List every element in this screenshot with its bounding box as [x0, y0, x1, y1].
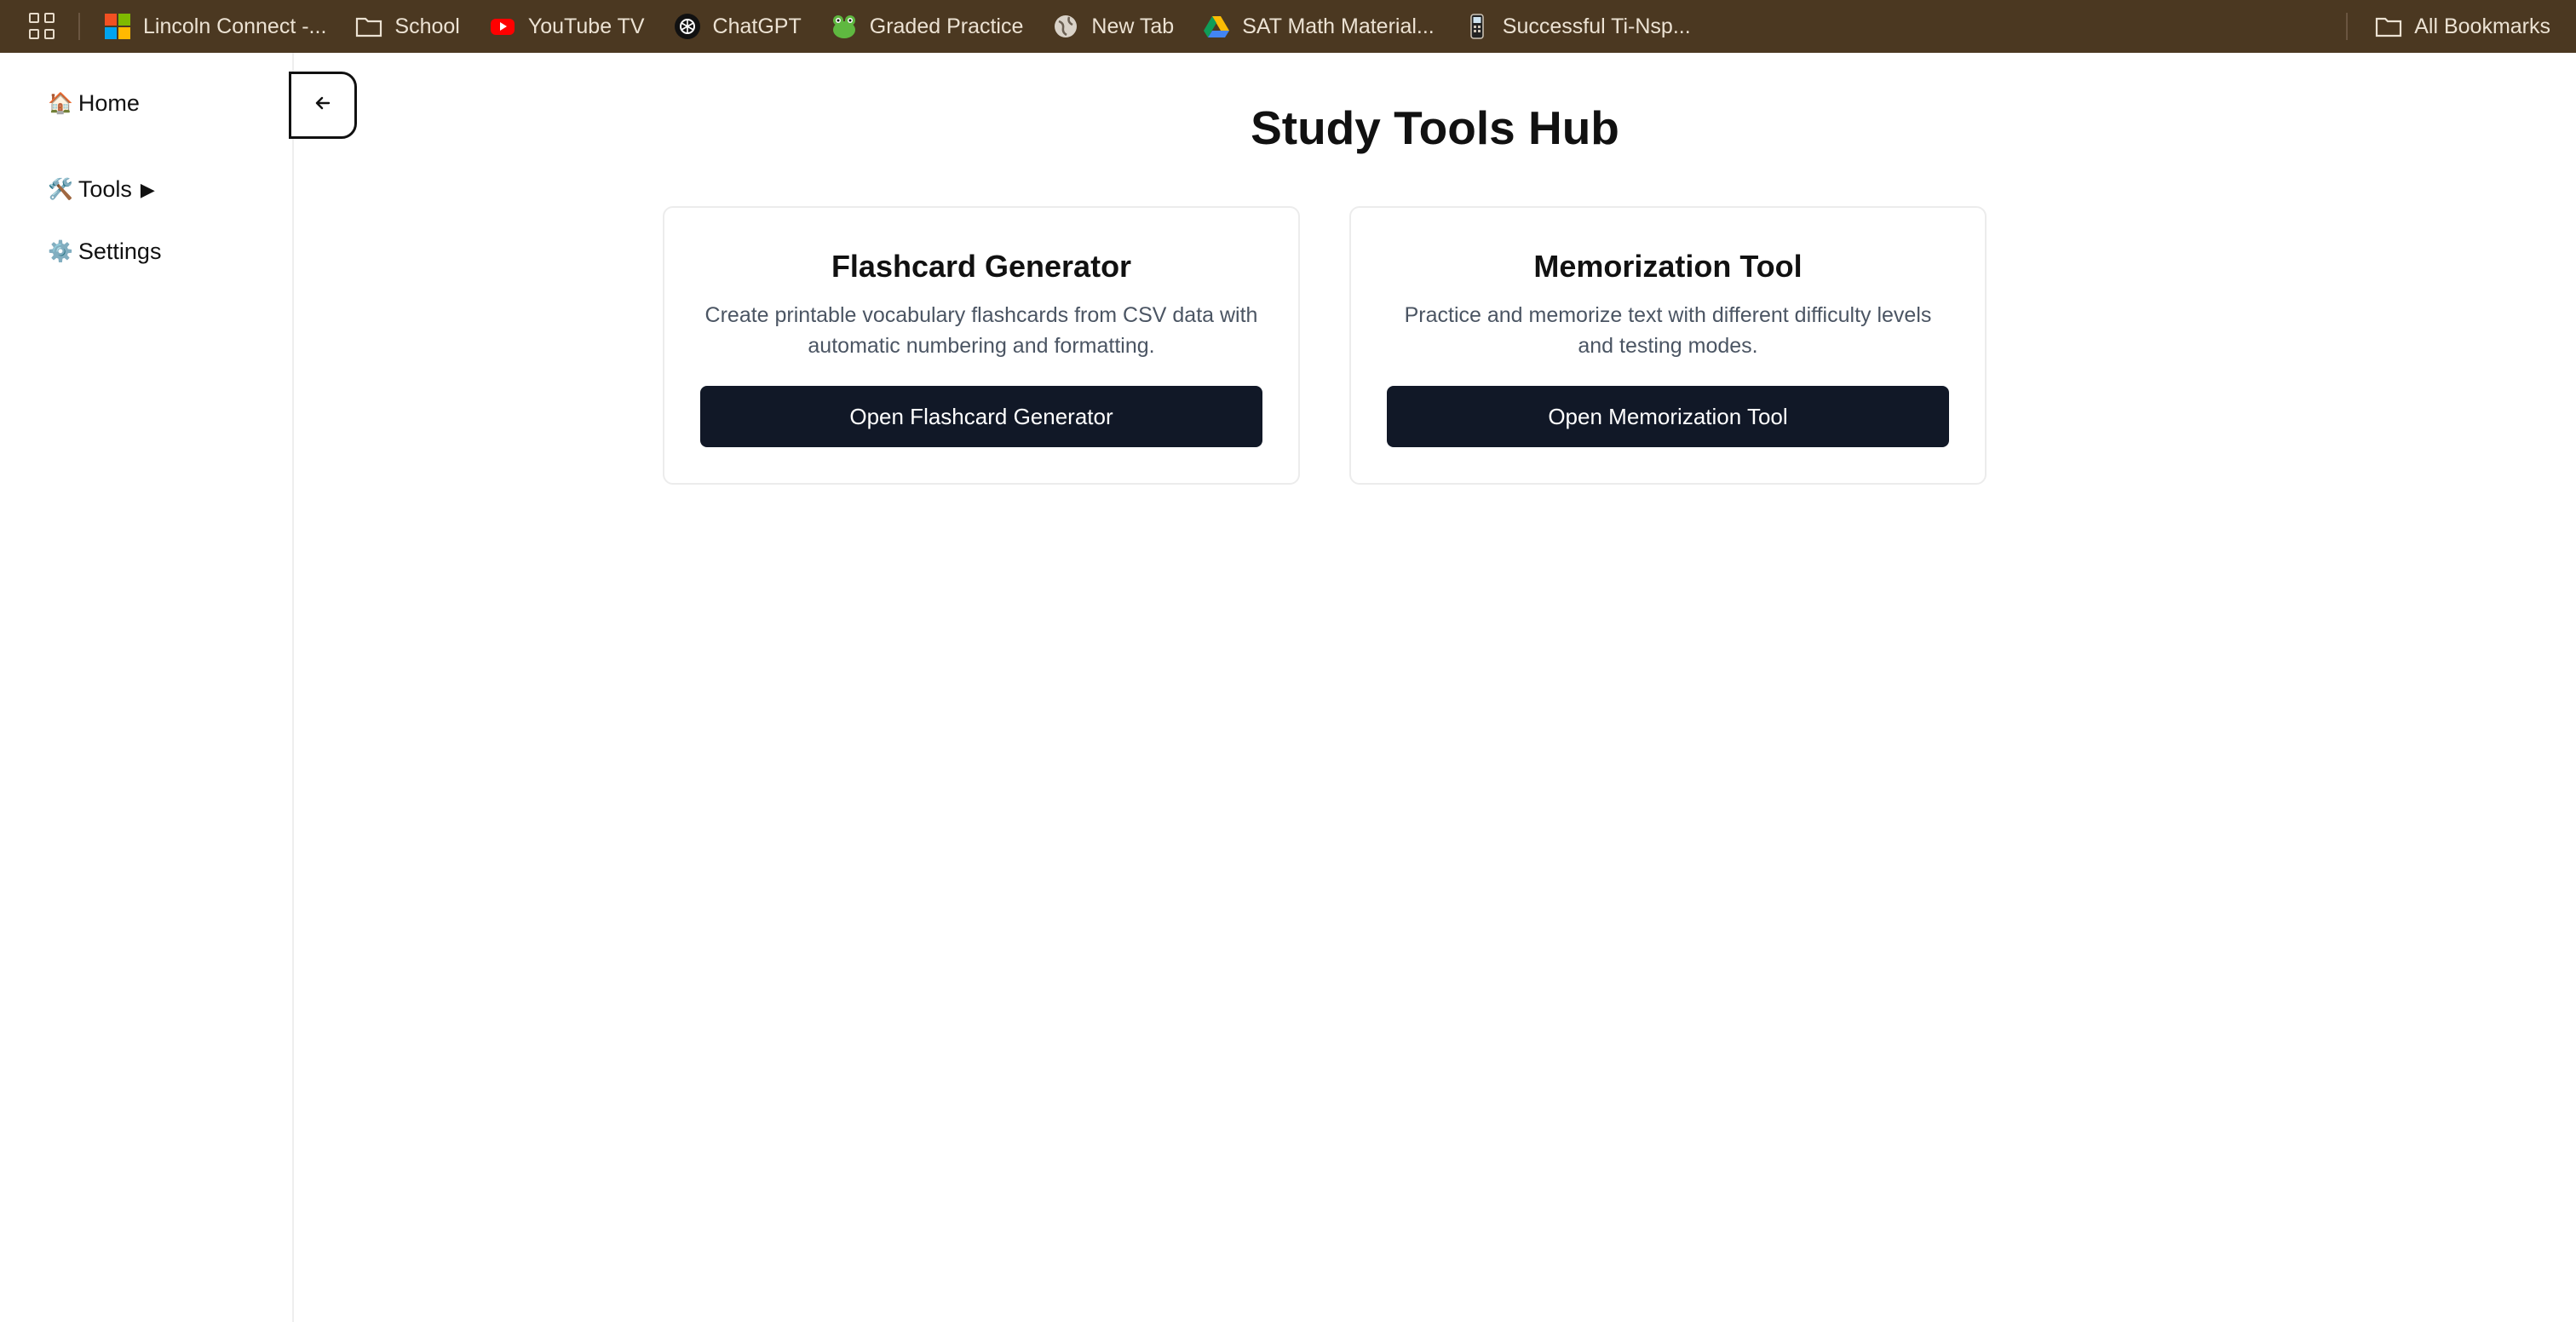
sidebar-item-settings[interactable]: ⚙️ Settings [48, 239, 161, 265]
all-bookmarks-group: All Bookmarks [2346, 0, 2550, 53]
bookmark-lincoln-connect[interactable]: Lincoln Connect -... [104, 0, 326, 53]
bookmark-label: SAT Math Material... [1242, 14, 1435, 38]
card-description: Practice and memorize text with differen… [1404, 303, 1932, 358]
house-icon: 🏠 [48, 92, 73, 115]
divider [78, 13, 80, 40]
bookmark-new-tab[interactable]: New Tab [1052, 0, 1174, 53]
apps-grid-icon[interactable] [29, 13, 56, 40]
page-title: Study Tools Hub [1251, 101, 1619, 154]
bookmark-label: New Tab [1091, 14, 1175, 38]
youtube-icon [489, 13, 516, 40]
all-bookmarks-button[interactable]: All Bookmarks [2375, 0, 2550, 53]
microsoft-icon [104, 13, 131, 40]
sidebar-item-tools[interactable]: 🛠️ Tools ▶ [48, 176, 155, 203]
bookmark-label: Graded Practice [869, 14, 1024, 38]
expand-arrow-icon: ▶ [140, 178, 155, 200]
google-drive-icon [1203, 13, 1230, 40]
card-description: Create printable vocabulary flashcards f… [704, 303, 1258, 358]
bookmark-youtube-tv[interactable]: YouTube TV [489, 0, 645, 53]
tools-icon: 🛠️ [48, 178, 73, 201]
bookmark-label: YouTube TV [527, 14, 645, 38]
tool-card-memorization: Memorization Tool Practice and memorize … [1349, 206, 1987, 485]
gear-icon: ⚙️ [48, 240, 73, 263]
bookmark-school[interactable]: School [355, 0, 460, 53]
bookmark-chatgpt[interactable]: ChatGPT [674, 0, 802, 53]
open-memorization-tool-button[interactable]: Open Memorization Tool [1387, 386, 1949, 447]
bookmarks-bar: Lincoln Connect -... School YouTube TV C… [0, 0, 2576, 53]
tool-card-flashcard: Flashcard Generator Create printable voc… [663, 206, 1300, 485]
chatgpt-icon [674, 13, 701, 40]
all-bookmarks-label: All Bookmarks [2414, 14, 2550, 38]
sidebar: 🏠 Home 🛠️ Tools ▶ ⚙️ Settings [0, 53, 294, 1322]
bookmark-label: School [394, 14, 460, 38]
sidebar-item-label: Tools [78, 176, 132, 202]
sidebar-item-label: Home [78, 90, 140, 116]
divider [2346, 13, 2349, 40]
bookmark-label: Successful Ti-Nsp... [1502, 14, 1691, 38]
folder-icon [355, 13, 382, 40]
card-title: Flashcard Generator [831, 249, 1132, 284]
sidebar-item-home[interactable]: 🏠 Home [48, 90, 140, 117]
bookmark-sat-math[interactable]: SAT Math Material... [1203, 0, 1435, 53]
open-flashcard-generator-button[interactable]: Open Flashcard Generator [700, 386, 1262, 447]
folder-icon [2375, 13, 2402, 40]
bookmark-label: Lincoln Connect -... [143, 14, 327, 38]
calculator-icon [1463, 13, 1491, 40]
globe-icon [1052, 13, 1079, 40]
sidebar-item-label: Settings [78, 239, 162, 264]
bookmark-ti-nspire[interactable]: Successful Ti-Nsp... [1463, 0, 1691, 53]
bookmark-label: ChatGPT [712, 14, 802, 38]
card-title: Memorization Tool [1533, 249, 1803, 284]
frog-icon [831, 13, 858, 40]
bookmark-graded-practice[interactable]: Graded Practice [831, 0, 1024, 53]
